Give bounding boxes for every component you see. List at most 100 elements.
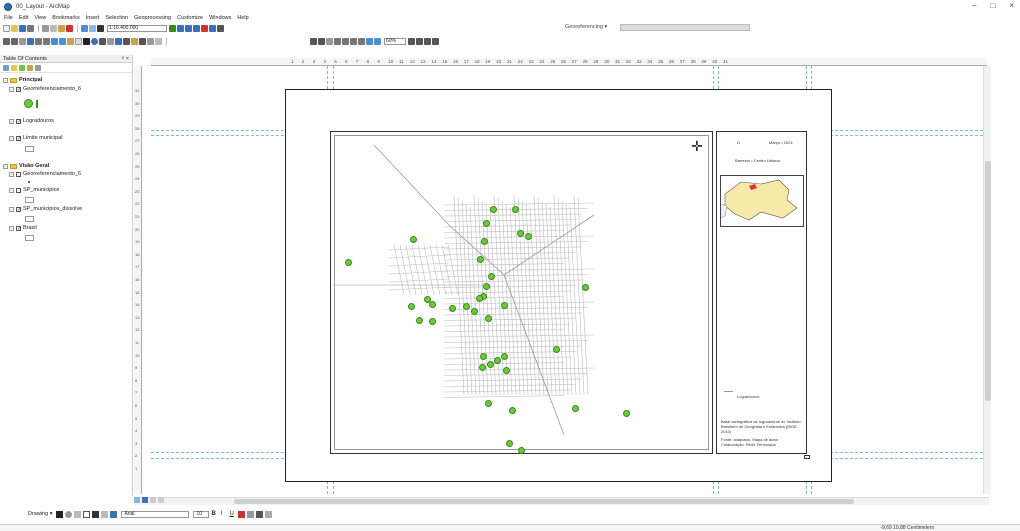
open-icon[interactable] [11, 24, 18, 32]
menu-bookmarks[interactable]: Bookmarks [52, 15, 80, 21]
layer-checkbox[interactable] [16, 171, 21, 177]
text-icon[interactable] [92, 510, 100, 518]
viewer-window-icon[interactable] [155, 37, 162, 45]
menu-selection[interactable]: Selection [105, 15, 128, 21]
layout-zoom-out-icon[interactable] [318, 37, 325, 45]
modelbuilder-icon[interactable] [217, 24, 224, 32]
delete-icon[interactable] [66, 24, 73, 32]
layer-checkbox[interactable]: ✓ [16, 86, 21, 92]
toc-layer[interactable]: − SP_municipios [9, 187, 59, 193]
layout-view-icon[interactable] [142, 497, 148, 503]
collapse-icon[interactable]: − [9, 135, 14, 141]
find-route-icon[interactable] [131, 37, 138, 45]
scroll-thumb[interactable] [985, 161, 991, 401]
catalog-window-icon[interactable] [185, 24, 192, 32]
rectangle-icon[interactable] [83, 510, 91, 518]
layout-back-icon[interactable] [366, 37, 373, 45]
menu-file[interactable]: File [4, 15, 13, 21]
collapse-icon[interactable]: − [9, 206, 14, 212]
frame-handle-icon[interactable] [804, 455, 810, 459]
menu-view[interactable]: View [34, 15, 46, 21]
paste-icon[interactable] [58, 24, 65, 32]
menu-edit[interactable]: Edit [19, 15, 28, 21]
toc-layer[interactable]: − ✓ SP_municipios_dissolve [9, 206, 82, 212]
pin-close-icon[interactable]: ᵖ × [122, 55, 129, 63]
georeferencing-dropdown[interactable]: Georeferencing ▾ [565, 24, 607, 30]
toc-layer[interactable]: − ✓ Limite municipal [9, 135, 62, 141]
zoom-in-icon[interactable] [3, 37, 10, 45]
measure-icon[interactable] [115, 37, 122, 45]
vertical-scrollbar[interactable] [983, 66, 991, 494]
zoom-out-icon[interactable] [11, 37, 18, 45]
toggle-draft-mode-icon[interactable] [408, 37, 415, 45]
save-icon[interactable] [19, 24, 26, 32]
list-by-source-icon[interactable] [11, 64, 17, 71]
edit-vertices-icon[interactable] [101, 510, 109, 518]
zoom-100-icon[interactable] [342, 37, 349, 45]
collapse-icon[interactable]: − [3, 163, 8, 169]
toc-options-icon[interactable] [35, 64, 41, 71]
list-by-drawing-order-icon[interactable] [3, 64, 9, 71]
menu-windows[interactable]: Windows [209, 15, 231, 21]
collapse-icon[interactable]: − [9, 171, 14, 177]
toc-layer[interactable]: − ✓ Brasil [9, 225, 37, 231]
html-popup-icon[interactable] [107, 37, 114, 45]
focus-data-frame-icon[interactable] [416, 37, 423, 45]
toc-layer[interactable]: + ✓ Logradouros [9, 118, 54, 124]
collapse-icon[interactable]: − [9, 187, 14, 193]
layout-forward-icon[interactable] [374, 37, 381, 45]
find-icon[interactable] [123, 37, 130, 45]
pan-icon[interactable] [19, 37, 26, 45]
marker-color-icon[interactable] [265, 510, 273, 518]
fill-color-icon[interactable] [247, 510, 255, 518]
toc-group-visao-geral[interactable]: − Visão Geral [3, 163, 49, 169]
new-document-icon[interactable] [3, 24, 10, 32]
data-view-icon[interactable] [134, 497, 140, 503]
menu-geoprocessing[interactable]: Geoprocessing [134, 15, 171, 21]
python-window-icon[interactable] [209, 24, 216, 32]
menu-insert[interactable]: Insert [86, 15, 100, 21]
hyperlink-icon[interactable] [99, 37, 106, 45]
collapse-icon[interactable]: − [9, 225, 14, 231]
minimize-button[interactable]: – [972, 1, 976, 10]
fixed-zoom-in-icon[interactable] [35, 37, 42, 45]
add-data-icon[interactable] [97, 24, 104, 32]
collapse-icon[interactable]: − [9, 86, 14, 92]
fixed-layout-zoom-out-icon[interactable] [358, 37, 365, 45]
fixed-layout-zoom-in-icon[interactable] [350, 37, 357, 45]
rotate-icon[interactable] [65, 510, 73, 518]
line-color-icon[interactable] [256, 510, 264, 518]
toc-window-icon[interactable] [177, 24, 184, 32]
list-by-selection-icon[interactable] [27, 64, 33, 71]
fixed-zoom-out-icon[interactable] [43, 37, 50, 45]
forward-extent-icon[interactable] [59, 37, 66, 45]
menu-help[interactable]: Help [237, 15, 248, 21]
underline-icon[interactable]: U [229, 511, 236, 518]
overview-data-frame[interactable] [720, 175, 804, 227]
layer-checkbox[interactable] [16, 187, 21, 193]
print-icon[interactable] [27, 24, 34, 32]
layout-pan-icon[interactable] [326, 37, 333, 45]
maximize-button[interactable]: □ [990, 1, 995, 10]
refresh-icon[interactable] [150, 497, 156, 503]
layout-zoom-percent[interactable]: 60% [384, 37, 406, 45]
editor-toolbar-icon[interactable] [169, 24, 176, 32]
identify-icon[interactable] [91, 37, 98, 45]
layer-checkbox[interactable]: ✓ [16, 206, 21, 212]
drawing-menu[interactable]: Drawing ▾ [28, 511, 52, 517]
toc-layer[interactable]: − Georreferenciamento_6 [9, 171, 81, 177]
menu-customize[interactable]: Customize [177, 15, 203, 21]
bold-icon[interactable]: B [211, 511, 218, 518]
cut-icon[interactable] [42, 24, 49, 32]
time-slider-icon[interactable] [147, 37, 154, 45]
list-by-visibility-icon[interactable] [19, 64, 25, 71]
data-driven-pages-icon[interactable] [432, 37, 439, 45]
search-window-icon[interactable] [193, 24, 200, 32]
collapse-icon[interactable]: − [3, 77, 8, 83]
toc-group-principal[interactable]: − Principal [3, 77, 42, 83]
layer-checkbox[interactable]: ✓ [16, 225, 21, 231]
redo-icon[interactable] [89, 24, 96, 32]
layout-zoom-in-icon[interactable] [310, 37, 317, 45]
select-elements-icon[interactable] [83, 37, 90, 45]
copy-icon[interactable] [50, 24, 57, 32]
